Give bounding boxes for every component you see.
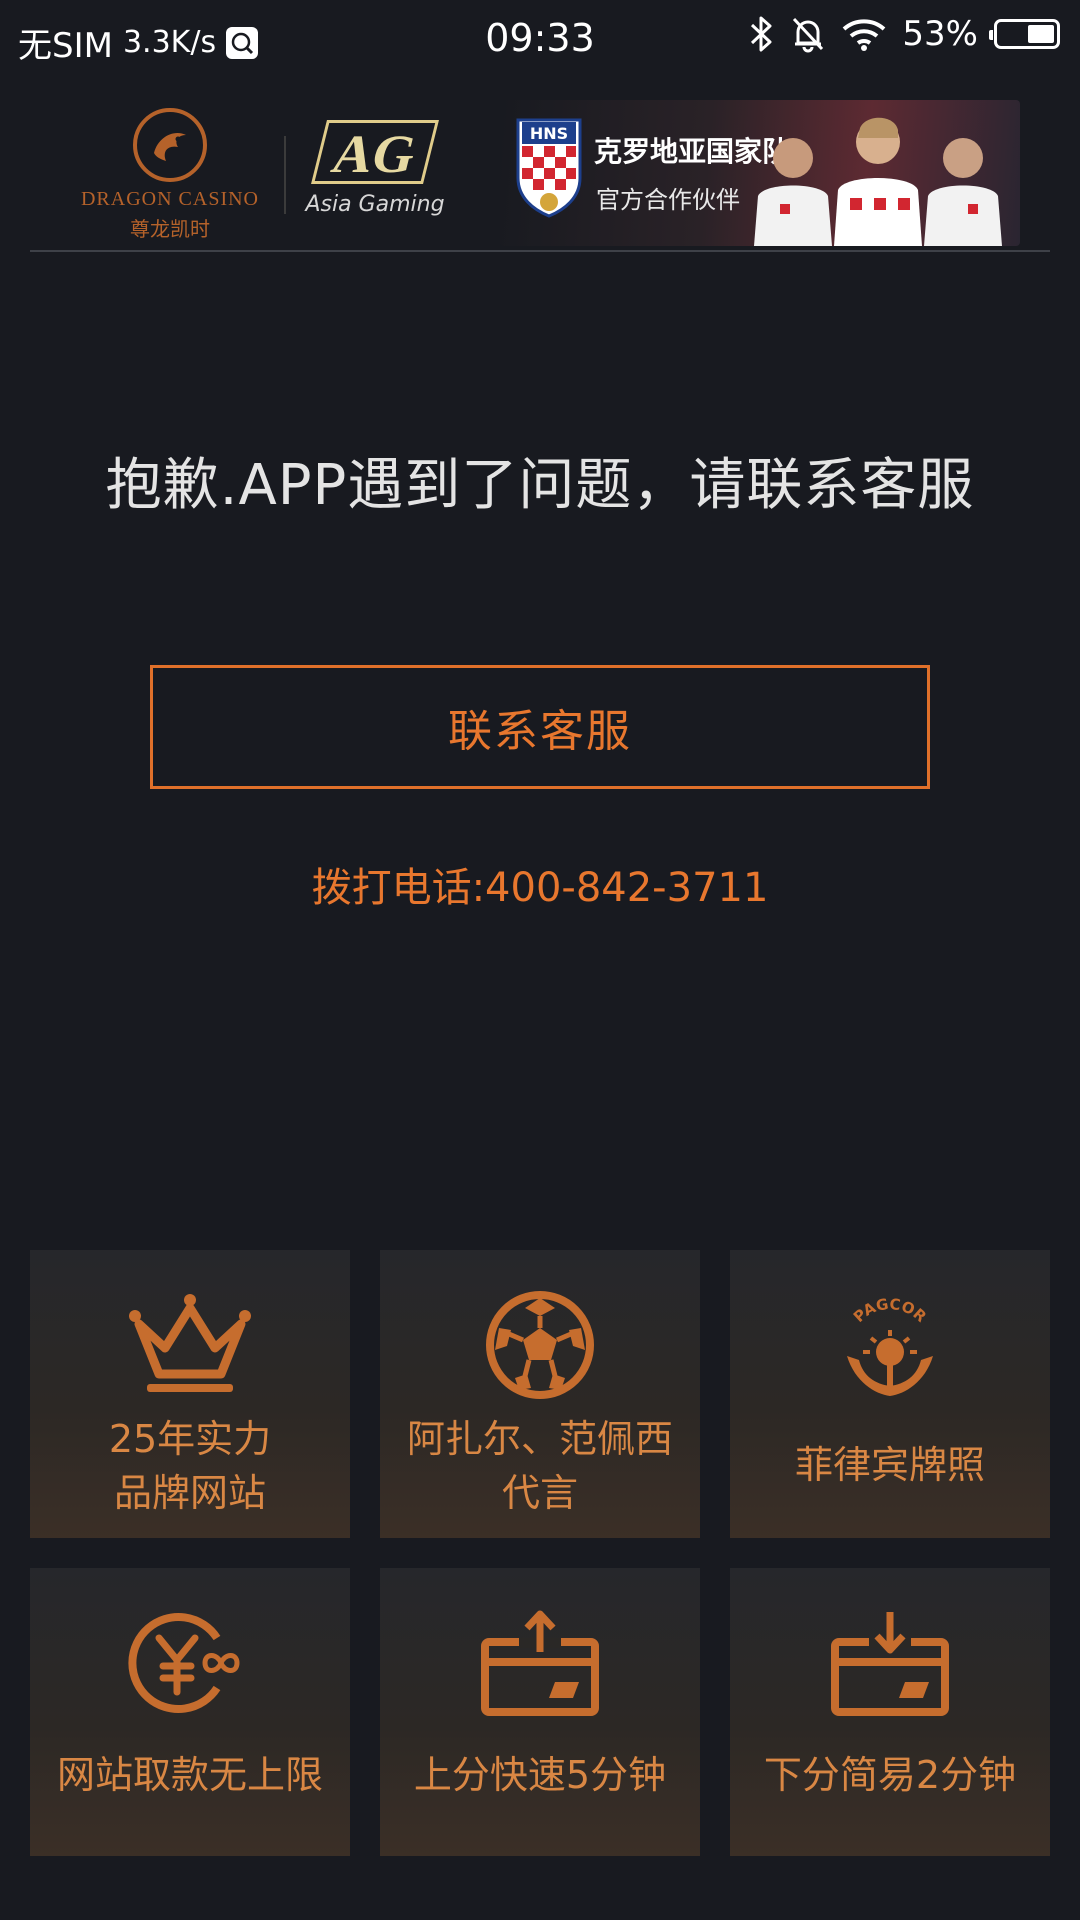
feature-grid: 25年实力 品牌网站 阿扎尔、范佩西 代言 PAGCOR 菲律宾牌照 网站取款无… [30,1250,1050,1856]
player-photo-3 [924,138,1002,246]
feature-tile-deposit[interactable]: 上分快速5分钟 [380,1568,700,1856]
error-message: 抱歉.APP遇到了问题，请联系客服 [105,453,975,518]
card-upload-icon [380,1608,700,1718]
app-screen: 无SIM 3.3K/s 09:33 53% DRAGON CASINO 尊龙凯时… [0,0,1080,1920]
status-bar: 无SIM 3.3K/s 09:33 53% [0,0,1080,76]
card-download-icon [730,1608,1050,1718]
brand-divider [284,136,286,214]
bell-muted-icon [793,17,824,53]
soccer-ball-icon [380,1290,700,1400]
feature-label: 上分快速5分钟 [413,1753,667,1797]
player-photo-1 [754,138,832,246]
feature-tile-ambassador[interactable]: 阿扎尔、范佩西 代言 [380,1250,700,1538]
feature-label: 阿扎尔、范佩西 代言 [406,1417,673,1515]
croatia-partner-banner[interactable]: HNS 克罗地亚国家队 官方合作伙伴 [500,100,1020,246]
status-right: 53% [748,14,1060,54]
dragon-icon [133,108,207,182]
dragon-casino-logo: DRAGON CASINO 尊龙凯时 [70,108,270,241]
hns-badge-text: HNS [530,124,568,143]
battery-percent: 53% [902,14,978,54]
brand-header: DRAGON CASINO 尊龙凯时 AG Asia Gaming HNS 克罗 [30,96,1050,252]
svg-text:PAGCOR: PAGCOR [850,1295,930,1326]
feature-tile-brand[interactable]: 25年实力 品牌网站 [30,1250,350,1538]
feature-label: 下分简易2分钟 [763,1753,1017,1797]
wifi-icon [843,19,886,51]
feature-label: 网站取款无上限 [56,1753,323,1797]
feature-label: 25年实力 品牌网站 [108,1417,272,1515]
crown-icon [30,1290,350,1400]
ag-name: Asia Gaming [305,192,445,217]
player-photo-2 [834,117,922,246]
battery-icon [989,19,1060,49]
feature-tile-license[interactable]: PAGCOR 菲律宾牌照 [730,1250,1050,1538]
battery-fill [1028,25,1054,43]
hns-badge-icon: HNS [516,118,582,218]
contact-support-button[interactable]: 联系客服 [150,665,930,789]
yuan-infinity-icon [30,1608,350,1718]
ag-mark: AG [311,120,439,184]
feature-tile-payout[interactable]: 下分简易2分钟 [730,1568,1050,1856]
feature-tile-withdraw[interactable]: 网站取款无上限 [30,1568,350,1856]
pagcor-icon: PAGCOR [730,1290,1050,1400]
bluetooth-icon [751,16,772,52]
pagcor-text: PAGCOR [850,1295,930,1326]
banner-subtitle: 官方合作伙伴 [596,186,740,214]
asia-gaming-logo: AG Asia Gaming [300,114,450,234]
dragon-casino-name: DRAGON CASINO [80,188,259,210]
hotline-link[interactable]: 拨打电话:400-842-3711 [0,855,1080,913]
dragon-casino-cn: 尊龙凯时 [130,217,210,241]
feature-label: 菲律宾牌照 [794,1443,985,1487]
